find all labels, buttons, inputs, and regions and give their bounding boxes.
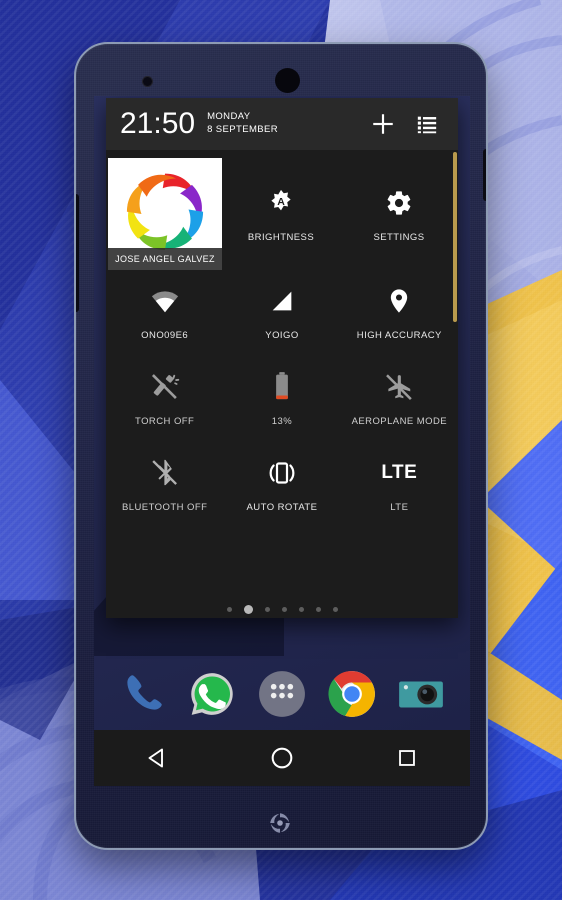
dock-app-camera[interactable] xyxy=(396,669,446,719)
tile-aeroplane[interactable]: AEROPLANE MODE xyxy=(341,356,458,442)
tile-network-mode[interactable]: LTE LTE xyxy=(341,442,458,528)
tile-brightness-label: BRIGHTNESS xyxy=(247,232,315,243)
power-button[interactable] xyxy=(483,149,486,201)
nav-recents-button[interactable] xyxy=(379,738,435,778)
volume-rocker[interactable] xyxy=(76,194,79,312)
dock-app-whatsapp[interactable] xyxy=(187,669,237,719)
flashlight-off-glyph xyxy=(151,374,179,399)
panel-scrollbar[interactable] xyxy=(453,152,457,322)
home-circle-icon xyxy=(271,747,293,769)
quick-settings-panel: 21:50 MONDAY 8 SEPTEMBER JOSE ANGEL GALV… xyxy=(106,98,458,618)
dock-app-chrome[interactable] xyxy=(327,669,377,719)
nav-home-button[interactable] xyxy=(254,738,310,778)
list-icon[interactable] xyxy=(410,107,444,141)
signal-bars-icon xyxy=(268,284,296,318)
gear-glyph xyxy=(387,191,411,215)
tile-location[interactable]: HIGH ACCURACY xyxy=(341,270,458,356)
recents-square-icon xyxy=(399,750,416,766)
tile-torch-label: TORCH OFF xyxy=(135,416,195,427)
front-camera-icon xyxy=(142,76,153,87)
back-triangle-icon xyxy=(148,748,163,768)
battery-icon xyxy=(268,370,296,404)
location-pin-glyph xyxy=(391,289,408,313)
whatsapp-icon xyxy=(191,673,234,715)
tile-bluetooth-label: BLUETOOTH OFF xyxy=(121,502,208,513)
tile-mobile-network-label: YOIGO xyxy=(265,330,299,341)
wifi-icon xyxy=(150,284,180,318)
tile-bluetooth[interactable]: BLUETOOTH OFF xyxy=(106,442,223,528)
tile-brightness[interactable]: A BRIGHTNESS xyxy=(222,156,340,268)
dock-app-phone[interactable] xyxy=(118,669,168,719)
dock-app-drawer[interactable] xyxy=(257,669,307,719)
chrome-icon xyxy=(328,671,375,717)
profile-tile[interactable]: JOSE ANGEL GALVEZ xyxy=(108,158,222,270)
page-dot[interactable] xyxy=(226,607,232,612)
plus-icon[interactable] xyxy=(366,107,400,141)
screen-rotate-glyph xyxy=(269,462,295,484)
wifi-glyph xyxy=(151,291,178,313)
quick-settings-header: 21:50 MONDAY 8 SEPTEMBER xyxy=(106,98,458,150)
quick-settings-tiles: JOSE ANGEL GALVEZ A BRIGHTNESS SETTINGS … xyxy=(106,150,458,528)
tile-battery-label: 13% xyxy=(271,416,293,427)
page-dot-active[interactable] xyxy=(243,605,253,614)
bluetooth-off-icon xyxy=(150,456,180,490)
plus-glyph xyxy=(373,114,393,134)
tile-settings[interactable]: SETTINGS xyxy=(340,156,458,268)
battery-glyph xyxy=(276,372,288,400)
lte-text-icon: LTE xyxy=(381,456,417,490)
tile-aeroplane-label: AEROPLANE MODE xyxy=(351,416,448,427)
gear-icon xyxy=(385,186,413,220)
shutter-swirl-icon xyxy=(270,813,290,833)
auto-brightness-glyph: A xyxy=(271,189,291,211)
app-drawer-icon xyxy=(259,671,305,717)
list-glyph xyxy=(417,116,437,134)
tile-auto-rotate[interactable]: AUTO ROTATE xyxy=(223,442,340,528)
location-pin-icon xyxy=(385,284,413,318)
phone-handset-icon xyxy=(127,675,162,710)
airplane-off-glyph xyxy=(386,374,413,400)
page-dot[interactable] xyxy=(298,607,304,612)
date-block: MONDAY 8 SEPTEMBER xyxy=(207,111,278,137)
screenshot-stage: 21:50 MONDAY 8 SEPTEMBER JOSE ANGEL GALV… xyxy=(0,0,562,900)
lte-glyph: LTE xyxy=(381,462,418,483)
date-day: MONDAY xyxy=(207,111,251,123)
earpiece-icon xyxy=(275,68,300,93)
clock-time: 21:50 xyxy=(120,107,196,140)
bluetooth-off-glyph xyxy=(151,459,177,486)
profile-name: JOSE ANGEL GALVEZ xyxy=(108,248,222,270)
svg-text:A: A xyxy=(277,196,285,208)
screen-rotate-icon xyxy=(266,456,298,490)
tile-mobile-network[interactable]: YOIGO xyxy=(223,270,340,356)
tile-torch[interactable]: TORCH OFF xyxy=(106,356,223,442)
nav-back-button[interactable] xyxy=(129,738,185,778)
tile-auto-rotate-label: AUTO ROTATE xyxy=(246,502,318,513)
phone-screen: 21:50 MONDAY 8 SEPTEMBER JOSE ANGEL GALV… xyxy=(94,96,470,786)
camera-icon xyxy=(399,681,444,708)
auto-brightness-icon: A xyxy=(266,186,296,220)
date-date: 8 SEPTEMBER xyxy=(207,124,278,135)
page-dot[interactable] xyxy=(332,607,338,612)
page-dot[interactable] xyxy=(264,607,270,612)
tile-row-1: JOSE ANGEL GALVEZ A BRIGHTNESS SETTINGS xyxy=(106,156,458,270)
tile-location-label: HIGH ACCURACY xyxy=(356,330,442,341)
tile-wifi[interactable]: ONO09E6 xyxy=(106,270,223,356)
tile-network-mode-label: LTE xyxy=(390,502,409,513)
tile-row-4: BLUETOOTH OFF AUTO ROTATE LTE LTE xyxy=(106,442,458,528)
navigation-bar xyxy=(94,730,470,786)
home-dock xyxy=(94,658,470,730)
tile-battery[interactable]: 13% xyxy=(223,356,340,442)
phone-device: 21:50 MONDAY 8 SEPTEMBER JOSE ANGEL GALV… xyxy=(74,42,488,850)
signal-glyph xyxy=(272,291,292,311)
airplane-off-icon xyxy=(384,370,414,404)
tile-row-2: ONO09E6 YOIGO HIGH ACCURACY xyxy=(106,270,458,356)
tile-wifi-label: ONO09E6 xyxy=(141,330,189,341)
page-indicator xyxy=(106,605,458,614)
tile-row-3: TORCH OFF 13% AEROPLANE MODE xyxy=(106,356,458,442)
page-dot[interactable] xyxy=(315,607,321,612)
tile-settings-label: SETTINGS xyxy=(373,232,425,243)
page-dot[interactable] xyxy=(281,607,287,612)
flashlight-off-icon xyxy=(150,370,180,404)
